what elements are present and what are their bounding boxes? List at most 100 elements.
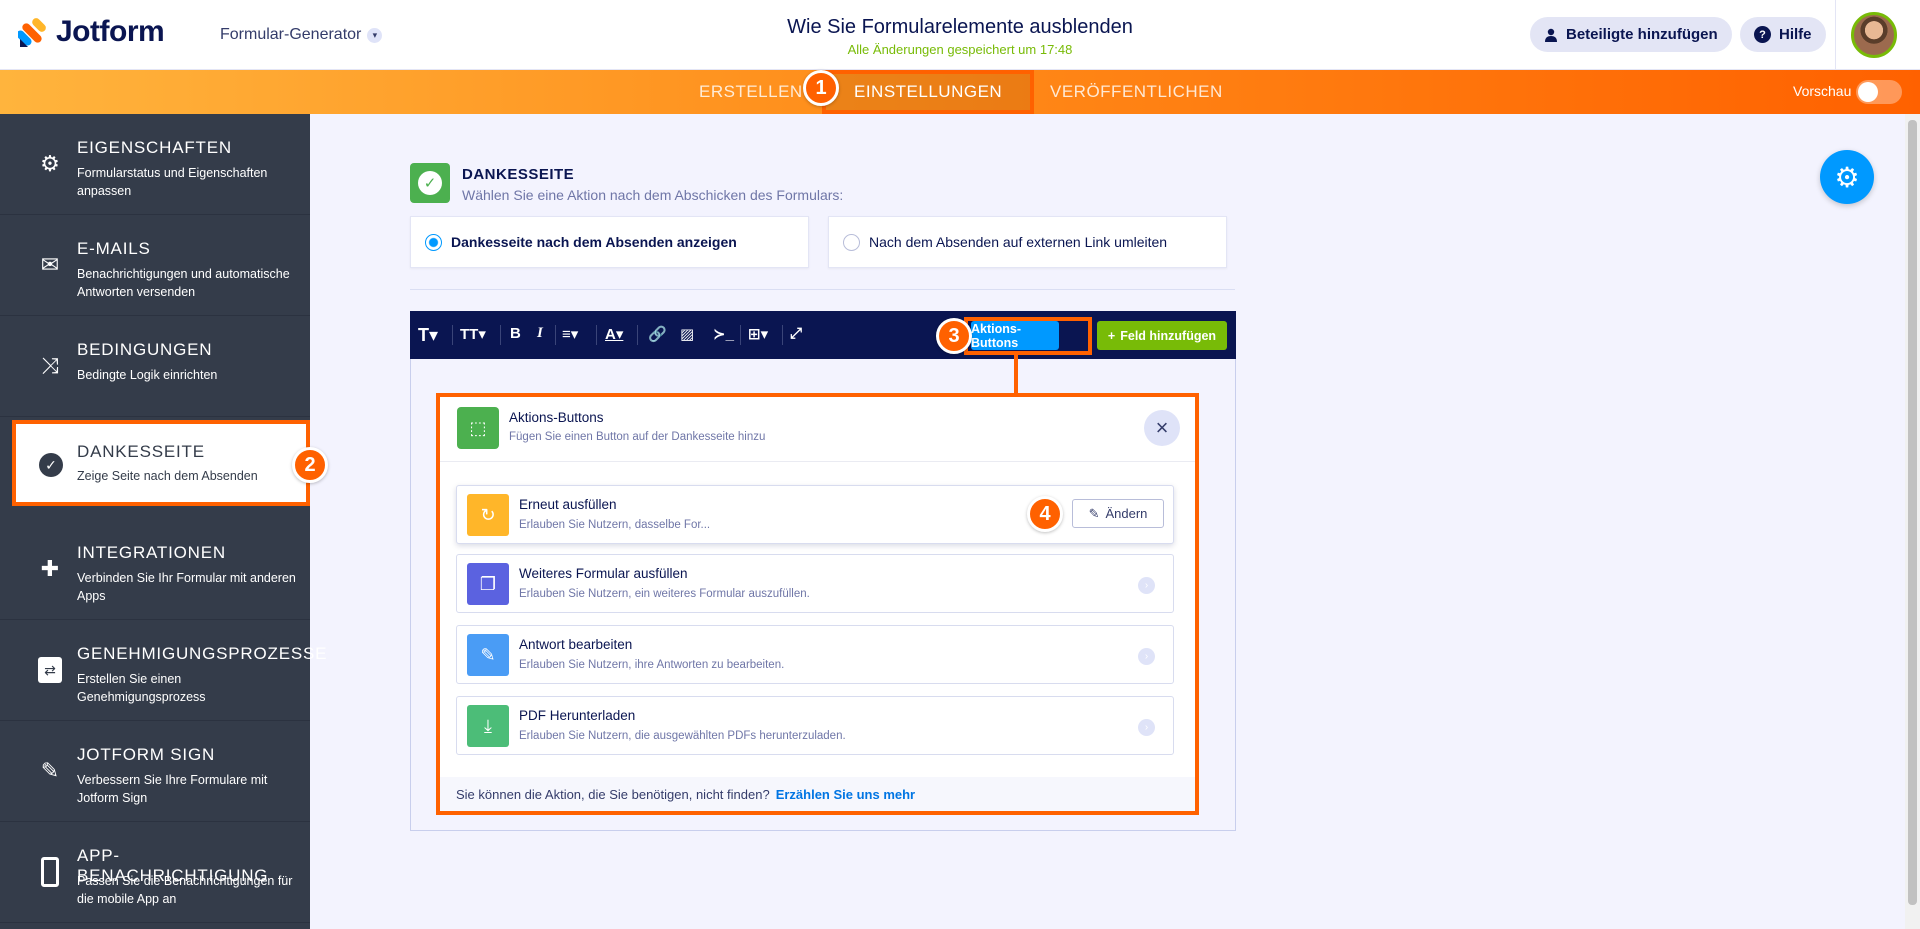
sidebar-item-subtitle: Verbinden Sie Ihr Formular mit anderen A… bbox=[77, 571, 296, 603]
header-divider bbox=[1835, 0, 1836, 70]
highlight-connector bbox=[1014, 355, 1018, 395]
cursor-click-icon: ⬚ bbox=[457, 407, 499, 449]
check-circle-icon: ✓ bbox=[37, 451, 65, 479]
add-field-label: Feld hinzufügen bbox=[1120, 328, 1217, 343]
sidebar-item-integrationen[interactable]: ✚ INTEGRATIONEN Verbinden Sie Ihr Formul… bbox=[0, 519, 310, 620]
action-card-pdf-download[interactable]: ⤓ PDF Herunterladen Erlauben Sie Nutzern… bbox=[456, 696, 1174, 755]
help-icon: ? bbox=[1754, 26, 1771, 43]
action-card-edit-answer[interactable]: ✎ Antwort bearbeiten Erlauben Sie Nutzer… bbox=[456, 625, 1174, 684]
sidebar-item-genehmigungsprozesse[interactable]: ⇄ GENEHMIGUNGSPROZESSE Erstellen Sie ein… bbox=[0, 620, 326, 721]
fullscreen-icon[interactable]: ⤢ bbox=[790, 325, 802, 342]
panel-title: Aktions-Buttons bbox=[509, 410, 604, 425]
radio-unselected[interactable] bbox=[843, 233, 860, 251]
option-label: Nach dem Absenden auf externen Link umle… bbox=[869, 234, 1168, 250]
jotform-logo-icon bbox=[18, 18, 46, 47]
chevron-right-icon: › bbox=[1138, 577, 1155, 594]
feedback-link[interactable]: Erzählen Sie uns mehr bbox=[776, 787, 915, 802]
action-card-refill[interactable]: ↻ Erneut ausfüllen Erlauben Sie Nutzern,… bbox=[456, 485, 1174, 544]
option-redirect[interactable]: Nach dem Absenden auf externen Link umle… bbox=[828, 216, 1227, 268]
bold-icon[interactable]: B bbox=[510, 325, 521, 342]
step-badge-4: 4 bbox=[1027, 496, 1063, 532]
text-type-icon[interactable]: T▾ bbox=[418, 325, 438, 346]
gear-icon: ⚙ bbox=[40, 151, 60, 176]
tab-einstellungen[interactable]: EINSTELLUNGEN bbox=[822, 70, 1035, 114]
sidebar-item-bedingungen[interactable]: ⤨ BEDINGUNGEN Bedingte Logik einrichten bbox=[0, 316, 310, 417]
action-buttons-button[interactable]: Aktions-Buttons bbox=[971, 321, 1059, 350]
envelope-icon: ✉ bbox=[40, 252, 60, 277]
align-icon[interactable]: ≡▾ bbox=[562, 325, 578, 343]
image-icon[interactable]: ▨ bbox=[680, 325, 694, 343]
preview-toggle[interactable] bbox=[1856, 80, 1902, 104]
sidebar-item-subtitle: Erstellen Sie einen Genehmigungsprozess bbox=[77, 672, 206, 704]
toolbar-separator bbox=[782, 325, 783, 345]
card-title: Erneut ausfüllen bbox=[519, 497, 617, 512]
panel-divider bbox=[440, 461, 1195, 462]
phone-icon bbox=[36, 857, 64, 887]
sidebar-item-dankesseite[interactable]: ✓ DANKESSEITE Zeige Seite nach dem Absen… bbox=[12, 420, 310, 506]
radio-selected[interactable] bbox=[425, 233, 442, 251]
copy-form-icon: ❐ bbox=[467, 563, 509, 605]
option-label: Dankesseite nach dem Absenden anzeigen bbox=[451, 234, 737, 250]
settings-sidebar: ⚙ EIGENSCHAFTEN Formularstatus und Eigen… bbox=[0, 114, 326, 929]
panel-subtitle: Fügen Sie einen Button auf der Dankessei… bbox=[509, 431, 766, 443]
preview-label: Vorschau bbox=[1793, 83, 1852, 99]
help-label: Hilfe bbox=[1779, 26, 1812, 43]
close-icon[interactable]: × bbox=[1144, 410, 1180, 446]
sidebar-item-title: GENEHMIGUNGSPROZESSE bbox=[77, 644, 328, 663]
toolbar-separator bbox=[740, 325, 741, 345]
edit-button[interactable]: ✎ Ändern bbox=[1072, 499, 1164, 528]
edit-answer-icon: ✎ bbox=[467, 634, 509, 676]
sidebar-item-title: EIGENSCHAFTEN bbox=[77, 138, 232, 157]
card-subtitle: Erlauben Sie Nutzern, die ausgewählten P… bbox=[519, 730, 846, 742]
table-icon[interactable]: ⊞▾ bbox=[748, 325, 768, 343]
page-scrollbar[interactable] bbox=[1905, 114, 1920, 929]
step-badge-2: 2 bbox=[292, 447, 328, 483]
puzzle-icon: ✚ bbox=[40, 556, 60, 581]
help-button[interactable]: ? Hilfe bbox=[1740, 17, 1826, 52]
download-icon: ⤓ bbox=[467, 705, 509, 747]
toolbar-separator bbox=[500, 325, 501, 345]
check-icon: ✓ bbox=[410, 163, 450, 203]
sidebar-item-emails[interactable]: ✉ E-MAILS Benachrichtigungen und automat… bbox=[0, 215, 310, 316]
chevron-right-icon: › bbox=[1138, 719, 1155, 736]
form-settings-gear-icon[interactable]: ⚙ bbox=[1820, 150, 1874, 204]
form-field-icon[interactable]: ≻_ bbox=[713, 325, 734, 343]
card-subtitle: Erlauben Sie Nutzern, ihre Antworten zu … bbox=[519, 659, 785, 671]
jotform-logo[interactable]: Jotform bbox=[18, 15, 165, 49]
toolbar-separator bbox=[637, 325, 638, 345]
sidebar-item-subtitle: Bedingte Logik einrichten bbox=[77, 368, 218, 382]
sidebar-item-title: DANKESSEITE bbox=[77, 442, 205, 461]
tab-veroeffentlichen[interactable]: VERÖFFENTLICHEN bbox=[1050, 70, 1223, 114]
add-field-button[interactable]: + Feld hinzufügen bbox=[1097, 321, 1227, 350]
text-color-icon[interactable]: A▾ bbox=[605, 325, 623, 343]
toolbar-separator bbox=[555, 325, 556, 345]
sidebar-item-jotform-sign[interactable]: ✎ JOTFORM SIGN Verbessern Sie Ihre Formu… bbox=[0, 721, 310, 822]
sidebar-item-title: INTEGRATIONEN bbox=[77, 543, 226, 562]
avatar[interactable] bbox=[1851, 12, 1897, 58]
sidebar-item-app-benachrichtigung[interactable]: APP-BENACHRICHTIGUNG Passen Sie die Bena… bbox=[0, 822, 310, 923]
sidebar-item-eigenschaften[interactable]: ⚙ EIGENSCHAFTEN Formularstatus und Eigen… bbox=[0, 114, 310, 215]
italic-icon[interactable]: I bbox=[537, 325, 543, 342]
logo-text: Jotform bbox=[56, 15, 165, 48]
action-card-another-form[interactable]: ❐ Weiteres Formular ausfüllen Erlauben S… bbox=[456, 554, 1174, 613]
nav-bar: ERSTELLEN EINSTELLUNGEN VERÖFFENTLICHEN … bbox=[0, 70, 1920, 114]
link-icon[interactable]: 🔗 bbox=[648, 325, 667, 343]
section-title: DANKESSEITE bbox=[462, 166, 575, 183]
option-show-thankyou[interactable]: Dankesseite nach dem Absenden anzeigen bbox=[410, 216, 809, 268]
plus-icon: + bbox=[1107, 328, 1116, 343]
toolbar-separator bbox=[452, 325, 453, 345]
builder-label: Formular-Generator bbox=[220, 26, 362, 43]
font-size-icon[interactable]: TT▾ bbox=[460, 325, 486, 343]
sidebar-item-subtitle: Formularstatus und Eigenschaften anpasse… bbox=[77, 166, 268, 198]
builder-dropdown[interactable]: Formular-Generator ▾ bbox=[220, 26, 383, 44]
card-title: Weiteres Formular ausfüllen bbox=[519, 566, 688, 581]
sidebar-item-subtitle: Passen Sie die Benachrichtigungen für di… bbox=[77, 874, 293, 906]
flow-icon: ⇄ bbox=[36, 656, 64, 684]
sidebar-item-title: BEDINGUNGEN bbox=[77, 340, 213, 359]
invite-button[interactable]: Beteiligte hinzufügen bbox=[1530, 17, 1732, 52]
tab-erstellen[interactable]: ERSTELLEN bbox=[699, 70, 803, 114]
section-subtitle: Wählen Sie eine Aktion nach dem Abschick… bbox=[462, 187, 844, 203]
scrollbar-thumb[interactable] bbox=[1908, 120, 1917, 905]
top-bar: Jotform Formular-Generator ▾ Wie Sie For… bbox=[0, 0, 1920, 70]
user-icon bbox=[1545, 28, 1557, 42]
